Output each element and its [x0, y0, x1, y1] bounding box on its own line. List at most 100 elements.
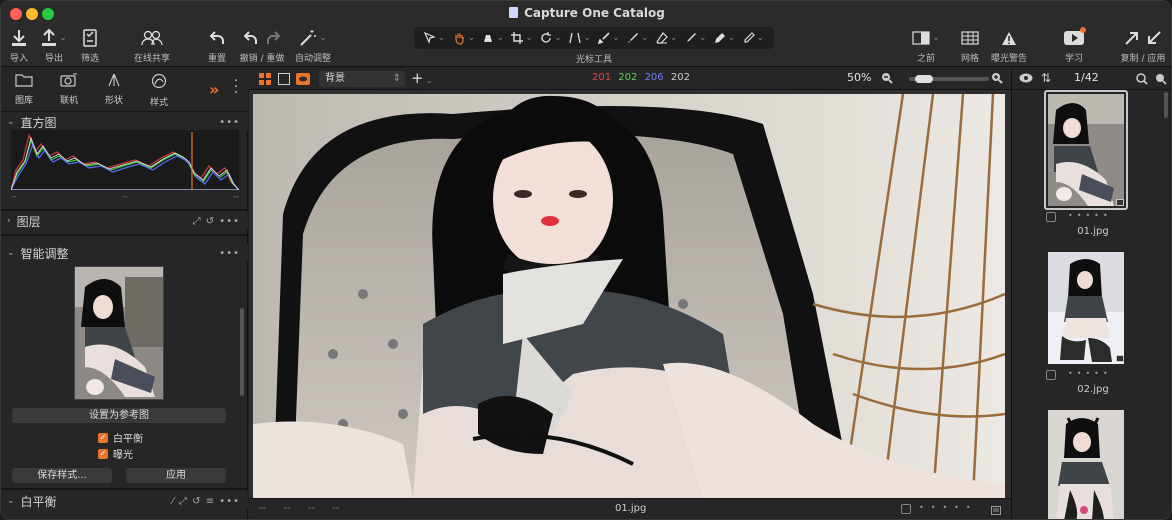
cursor-tools-group: ⌄ ⌄ ⌄ ⌄ ⌄ ⌄ ⌄ ⌄ ⌄ ⌄ ⌄ ⌄: [414, 27, 774, 49]
eye-icon[interactable]: [1019, 73, 1033, 86]
keystone-tool[interactable]: ⌄: [569, 32, 591, 44]
smart-adjust-header[interactable]: ⌄ 智能调整 •••: [1, 244, 248, 262]
filter-button[interactable]: 筛选: [77, 27, 103, 64]
pan-tool[interactable]: ⌄: [453, 32, 475, 45]
folder-icon: [15, 74, 33, 87]
tab-tethered[interactable]: 联机: [49, 73, 89, 106]
divider: [1, 234, 248, 236]
rotate-tool[interactable]: ⌄: [540, 32, 562, 44]
before-button[interactable]: ⌄ 之前: [911, 27, 941, 64]
exposure-warning-button[interactable]: 曝光警告: [989, 27, 1029, 64]
metadata-icon[interactable]: [991, 505, 1001, 518]
save-style-button[interactable]: 保存样式...: [12, 468, 112, 483]
divider: [1, 488, 248, 490]
brush-tool[interactable]: ⌄: [598, 32, 620, 44]
more-tabs-button[interactable]: »: [209, 80, 219, 99]
metadata-badge-icon: [1116, 355, 1124, 362]
import-button[interactable]: 导入: [7, 27, 31, 64]
histogram-header[interactable]: ⌄ 直方图 •••: [1, 113, 248, 131]
exposure-checkbox[interactable]: ✓ 曝光: [98, 446, 133, 461]
browser-toolbar: ⇅ 1/42: [1012, 68, 1171, 90]
zoom-out-icon[interactable]: [881, 72, 893, 87]
gradient-tool[interactable]: ⌄: [627, 32, 649, 44]
crop-icon: [511, 32, 524, 44]
picker-tool[interactable]: ⌄: [714, 32, 735, 44]
more-icon[interactable]: •••: [219, 117, 240, 128]
viewer-footer: -- -- -- -- 01.jpg •••••: [249, 498, 1011, 519]
browser-thumbnail[interactable]: [1048, 410, 1124, 519]
search-icon[interactable]: [1136, 73, 1148, 88]
browser-scrollbar[interactable]: [1164, 92, 1168, 118]
eraser-icon: [656, 32, 668, 44]
zoom-thumbs-icon[interactable]: [1155, 73, 1167, 88]
layers-actions-icon[interactable]: ⤢ ↺ •••: [193, 216, 240, 227]
grid-icon: [961, 31, 979, 45]
camera-icon: [60, 73, 77, 87]
apply-button[interactable]: 应用: [126, 468, 226, 483]
select-checkbox[interactable]: [901, 504, 911, 514]
metadata-badge-icon: [1116, 199, 1124, 206]
single-view-icon[interactable]: [278, 73, 290, 88]
layers-header[interactable]: › 图层 ⤢ ↺ •••: [1, 212, 248, 230]
zoom-slider-handle[interactable]: [915, 75, 933, 83]
compare-icon: [912, 31, 930, 45]
image-viewer[interactable]: [249, 90, 1011, 498]
zoom-level[interactable]: 50%: [847, 71, 871, 84]
browser-thumbnail[interactable]: [1048, 252, 1124, 364]
footer-filename: 01.jpg: [615, 503, 647, 514]
undo-redo-button[interactable]: 撤销 / 重做: [237, 27, 287, 64]
online-share-button[interactable]: 在线共享: [129, 27, 175, 64]
wb-actions-icon[interactable]: ⁄ ⤢ ↺ ≡ •••: [172, 496, 240, 507]
chevron-down-icon: ⌄: [7, 248, 15, 258]
grid-button[interactable]: 网格: [957, 27, 983, 64]
play-icon: [1064, 31, 1084, 45]
tabs-menu-button[interactable]: · · ·: [234, 75, 238, 100]
copy-apply-button[interactable]: 复制 / 应用: [1119, 27, 1167, 64]
multi-view-icon[interactable]: [259, 73, 271, 88]
zoom-slider[interactable]: [909, 75, 989, 83]
magic-wand-icon: [300, 30, 317, 46]
rating-dots[interactable]: •••••: [919, 503, 978, 512]
rating-dots[interactable]: •••••: [1068, 369, 1112, 378]
auto-adjust-button[interactable]: ⌄ 自动调整: [293, 27, 333, 64]
picker-icon: [714, 33, 725, 43]
histogram: [10, 130, 241, 191]
scrollbar[interactable]: [240, 308, 244, 396]
chevron-down-icon: ⌄: [7, 117, 15, 127]
zoom-in-icon[interactable]: [991, 72, 1003, 87]
rating-dots[interactable]: •••••: [1068, 211, 1112, 220]
browser-item-name: 02.jpg: [1077, 384, 1109, 395]
brush-icon: [598, 32, 610, 44]
select-tool[interactable]: ⌄: [423, 32, 445, 44]
crop-tool[interactable]: ⌄: [511, 32, 533, 44]
copy-arrow-icon: [1125, 32, 1138, 45]
add-button[interactable]: + ⌄: [411, 69, 433, 87]
gradient-brush-icon: [628, 33, 639, 43]
export-button[interactable]: ⌄ 导出: [37, 27, 71, 64]
style-icon: [151, 73, 167, 89]
annotate-tool[interactable]: ⌄: [743, 32, 764, 44]
toolbar: Capture One Catalog 导入 ⌄ 导出 筛选 在线共享 重置 撤…: [1, 1, 1171, 67]
item-checkbox[interactable]: [1046, 212, 1056, 222]
more-icon[interactable]: •••: [219, 248, 240, 259]
eraser-tool[interactable]: ⌄: [656, 32, 677, 44]
reset-button[interactable]: 重置: [204, 27, 230, 64]
white-balance-checkbox[interactable]: ✓ 白平衡: [98, 430, 143, 445]
browser-thumbnail[interactable]: [1048, 94, 1124, 206]
chevron-right-icon: ›: [7, 216, 11, 226]
set-reference-button[interactable]: 设置为参考图: [12, 408, 226, 423]
app-window: Capture One Catalog 导入 ⌄ 导出 筛选 在线共享 重置 撤…: [0, 0, 1172, 520]
preview-eye-icon[interactable]: [296, 73, 310, 88]
heal-tool[interactable]: ⌄: [685, 32, 706, 44]
tab-shape[interactable]: 形状: [94, 73, 134, 106]
tab-library[interactable]: 图库: [4, 73, 44, 106]
shape-icon: [108, 73, 120, 87]
layer-select[interactable]: 背景 ⇕: [319, 71, 405, 87]
learn-button[interactable]: 学习: [1059, 27, 1089, 64]
item-checkbox[interactable]: [1046, 370, 1056, 380]
sort-icon[interactable]: ⇅: [1041, 71, 1051, 85]
white-balance-header[interactable]: ⌄ 白平衡 ⁄ ⤢ ↺ ≡ •••: [1, 492, 248, 510]
loupe-tool[interactable]: ⌄: [482, 32, 504, 44]
tab-style[interactable]: 样式: [139, 73, 179, 108]
arrow-cursor-icon: [423, 32, 436, 44]
